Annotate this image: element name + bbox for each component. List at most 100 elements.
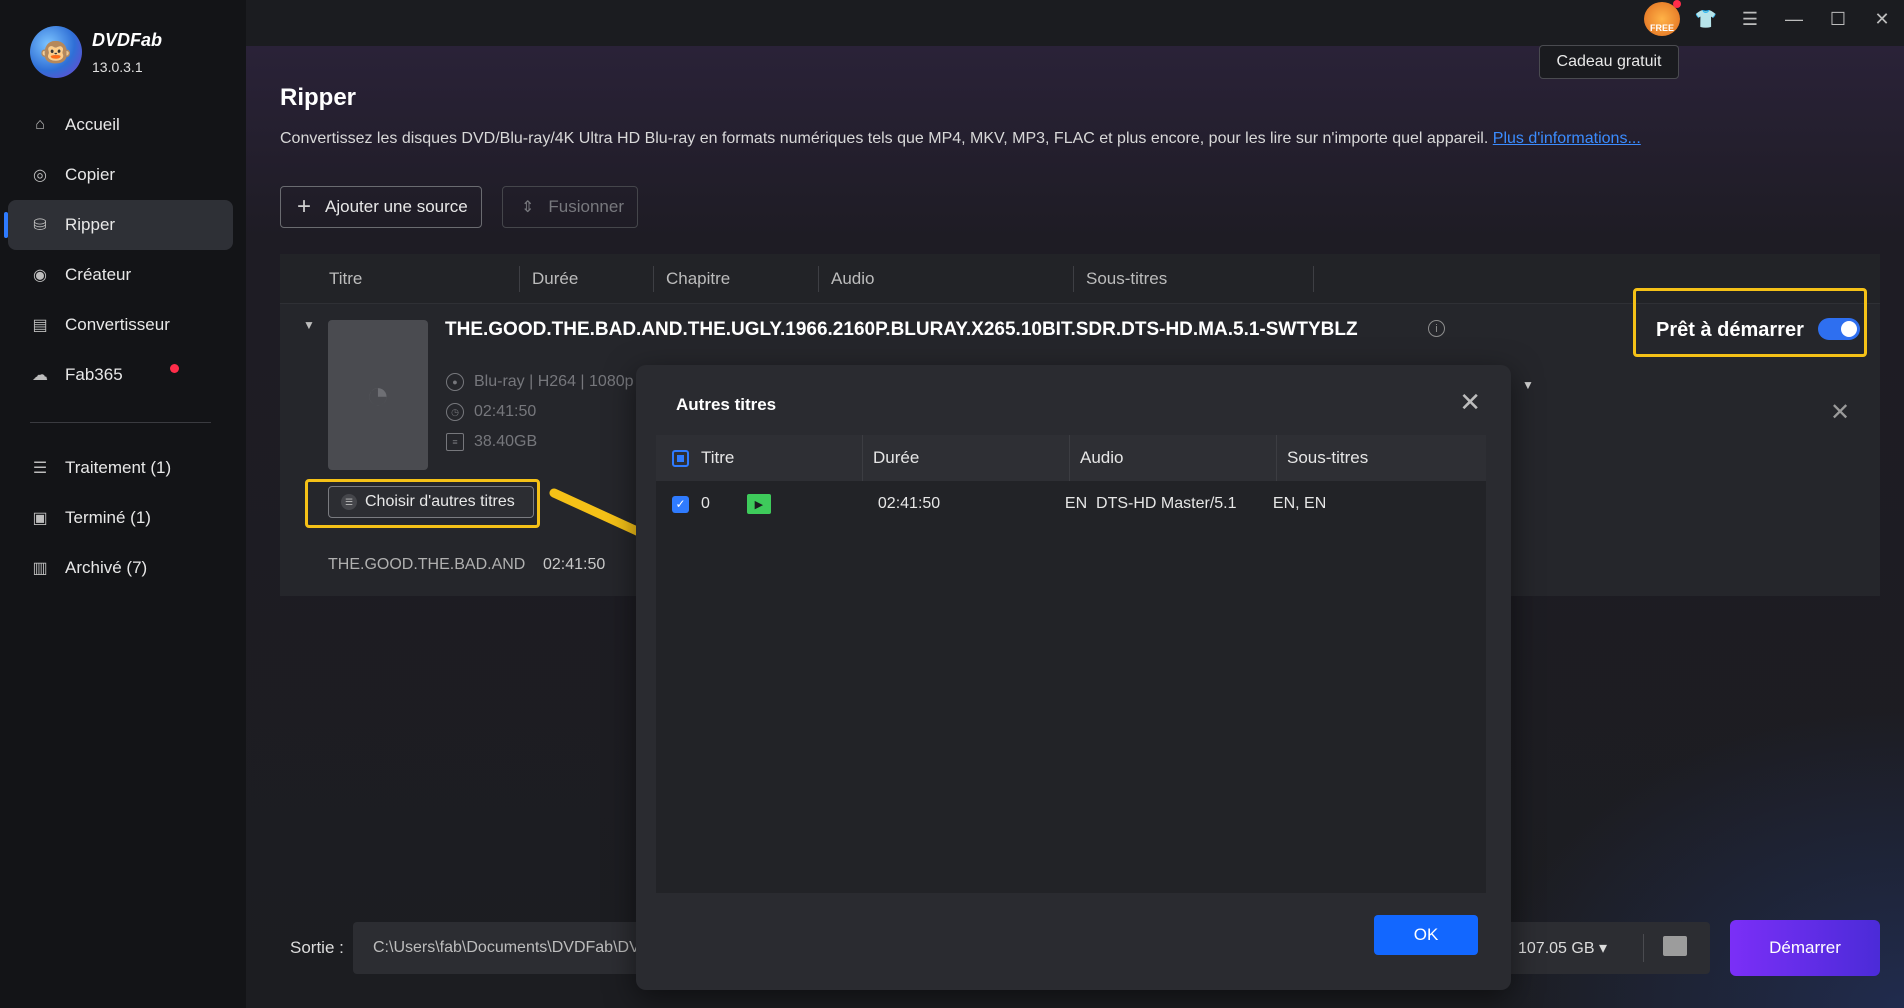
sidebar-item-traitement[interactable]: ☰ Traitement (1)	[8, 443, 233, 493]
sidebar-item-label: Archivé (7)	[65, 558, 148, 577]
column-audio: Audio	[819, 265, 1074, 292]
output-size[interactable]: 107.05 GB ▾	[1518, 938, 1607, 958]
format-info: ● Blu-ray | H264 | 1080p	[446, 373, 634, 391]
size-text: 38.40GB	[474, 433, 538, 450]
description-text: Convertissez les disques DVD/Blu-ray/4K …	[280, 130, 1489, 147]
maximize-icon[interactable]: ☐	[1816, 9, 1860, 30]
sidebar-item-createur[interactable]: ◉ Créateur	[8, 250, 233, 300]
close-icon[interactable]: ✕	[1860, 9, 1904, 30]
sidebar-item-termine[interactable]: ▣ Terminé (1)	[8, 493, 233, 543]
size-value: 107.05 GB	[1518, 940, 1595, 957]
audio-codec: DTS-HD Master/5.1	[1096, 495, 1237, 512]
archive-icon: ▥	[32, 560, 48, 577]
ripper-icon: ⛁	[33, 217, 47, 234]
fab365-icon: ☁	[32, 367, 48, 384]
column-audio: Audio	[1070, 435, 1277, 481]
column-label: Titre	[701, 448, 735, 467]
app-name: DVDFab	[92, 29, 163, 50]
sidebar-item-label: Copier	[65, 165, 116, 184]
play-icon[interactable]: ▶	[746, 494, 771, 514]
divider	[30, 422, 211, 423]
column-chapitre: Chapitre	[654, 265, 819, 292]
sidebar-item-label: Accueil	[65, 115, 120, 134]
page-description: Convertissez les disques DVD/Blu-ray/4K …	[280, 130, 1641, 148]
sidebar-item-convertisseur[interactable]: ▤ Convertisseur	[8, 300, 233, 350]
output-label: Sortie :	[290, 938, 344, 957]
table-header: Titre Durée Audio Sous-titres	[656, 435, 1486, 481]
monkey-logo-icon: 🐵	[30, 26, 82, 78]
size-info: ≡ 38.40GB	[446, 433, 537, 451]
app-version: 13.0.3.1	[92, 58, 143, 75]
info-icon[interactable]: i	[1428, 320, 1445, 337]
clock-icon: ◷	[446, 403, 464, 421]
window-controls: 👕 ☰ — ☐ ✕	[1604, 0, 1904, 38]
merge-icon: ⇕	[521, 199, 535, 216]
select-all-checkbox[interactable]	[672, 449, 689, 467]
column-sous-titres: Sous-titres	[1074, 265, 1314, 292]
row-checkbox[interactable]: ✓	[672, 495, 689, 513]
row-audio: EN DTS-HD Master/5.1	[1065, 495, 1272, 513]
converter-icon: ▤	[32, 317, 48, 334]
notification-dot	[170, 364, 179, 373]
output-path-field[interactable]: C:\Users\fab\Documents\DVDFab\DVDFab13	[353, 922, 643, 974]
done-icon: ▣	[32, 510, 48, 527]
collapse-caret-icon[interactable]: ▼	[303, 318, 315, 332]
audio-lang: EN	[1064, 495, 1088, 512]
menu-icon[interactable]: ☰	[1728, 9, 1772, 30]
processing-icon: ☰	[32, 460, 48, 477]
column-sous-titres: Sous-titres	[1287, 448, 1369, 467]
sidebar-item-label: Traitement (1)	[65, 458, 172, 477]
other-titles-dialog: Autres titres ✕ Titre Durée Audio Sous-t…	[636, 365, 1511, 990]
ready-toggle[interactable]	[1818, 318, 1860, 340]
disc-thumbnail: ◔	[328, 320, 428, 470]
home-icon: ⌂	[35, 116, 45, 133]
sidebar-item-label: Fab365	[65, 365, 123, 384]
ok-button[interactable]: OK	[1374, 915, 1478, 955]
plus-icon: +	[297, 193, 312, 220]
format-text: Blu-ray | H264 | 1080p	[474, 373, 634, 390]
sidebar-item-fab365[interactable]: ☁ Fab365	[8, 350, 233, 400]
titles-table: Titre Durée Audio Sous-titres ✓ 0 ▶ 02:4…	[656, 435, 1486, 893]
dropdown-caret-icon[interactable]: ▼	[1522, 378, 1534, 392]
shirt-icon[interactable]: 👕	[1684, 9, 1728, 30]
more-info-link[interactable]: Plus d'informations...	[1493, 130, 1641, 147]
sidebar-item-label: Créateur	[65, 265, 132, 284]
duration-text: 02:41:50	[474, 403, 537, 420]
ready-label: Prêt à démarrer	[1656, 319, 1804, 341]
sidebar-item-archive[interactable]: ▥ Archivé (7)	[8, 543, 233, 593]
page-title: Ripper	[280, 84, 357, 111]
disc-icon: ●	[446, 373, 464, 391]
sidebar-nav: ⌂ Accueil ◎ Copier ⛁ Ripper ◉ Créateur ▤…	[4, 100, 233, 593]
sidebar-item-label: Terminé (1)	[65, 508, 151, 527]
folder-icon[interactable]	[1663, 936, 1687, 956]
sidebar-item-copier[interactable]: ◎ Copier	[8, 150, 233, 200]
column-titre: Titre	[656, 435, 863, 481]
table-row[interactable]: ✓ 0 ▶ 02:41:50 EN DTS-HD Master/5.1 EN, …	[656, 481, 1486, 527]
list-icon: ☰	[341, 494, 357, 510]
copy-icon: ◎	[33, 167, 47, 184]
minimize-icon[interactable]: —	[1772, 9, 1816, 30]
title-row-name: THE.GOOD.THE.BAD.AND	[328, 556, 526, 573]
remove-source-icon[interactable]: ✕	[1830, 398, 1850, 427]
gift-tooltip: Cadeau gratuit	[1539, 45, 1679, 79]
divider	[1643, 934, 1644, 962]
dialog-title: Autres titres	[676, 395, 777, 414]
merge-label: Fusionner	[548, 197, 625, 216]
row-duration: 02:41:50	[877, 495, 941, 512]
start-button[interactable]: Démarrer	[1730, 920, 1880, 976]
sidebar-item-label: Convertisseur	[65, 315, 170, 334]
close-icon[interactable]: ✕	[1459, 387, 1481, 418]
choose-other-titles-button[interactable]: ☰ Choisir d'autres titres	[328, 486, 534, 518]
creator-icon: ◉	[33, 267, 47, 284]
app-logo: 🐵 DVDFab 13.0.3.1	[30, 26, 162, 78]
duration-info: ◷ 02:41:50	[446, 403, 536, 421]
sidebar-item-ripper[interactable]: ⛁ Ripper	[4, 200, 233, 250]
row-index: 0	[701, 495, 710, 512]
column-duree: Durée	[863, 435, 1070, 481]
file-icon: ≡	[446, 433, 464, 451]
add-source-button[interactable]: + Ajouter une source	[280, 186, 482, 228]
merge-button[interactable]: ⇕ Fusionner	[502, 186, 638, 228]
sidebar-item-accueil[interactable]: ⌂ Accueil	[8, 100, 233, 150]
sidebar-item-label: Ripper	[65, 215, 116, 234]
column-titre: Titre	[280, 265, 520, 292]
